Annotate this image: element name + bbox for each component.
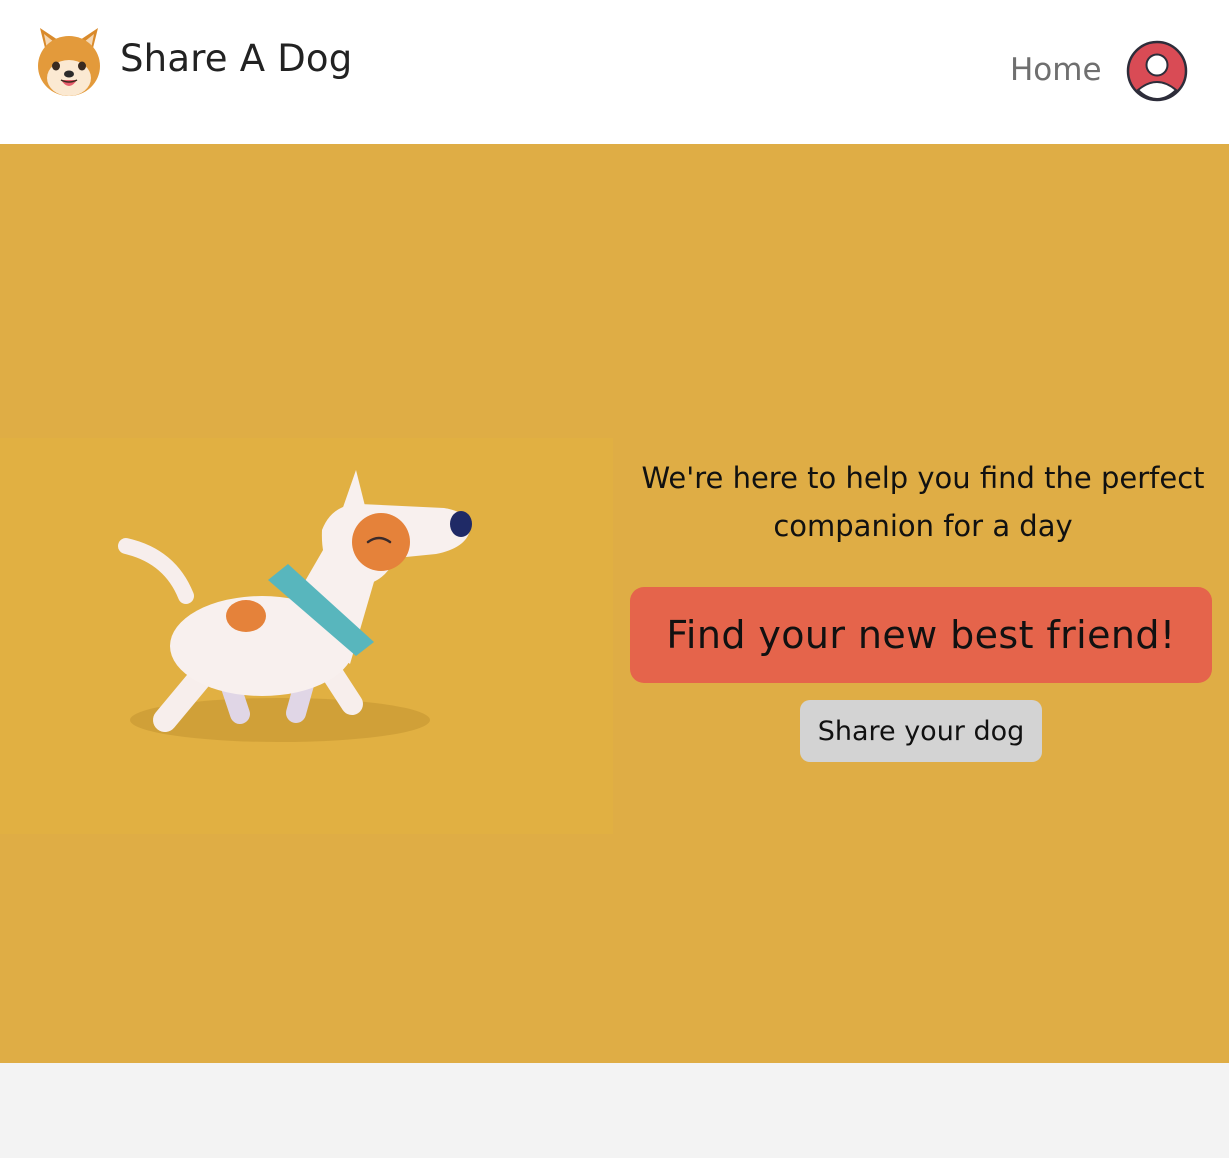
navbar: Share A Dog Home [0, 0, 1229, 144]
user-avatar-icon[interactable] [1126, 40, 1188, 102]
hero-image [0, 438, 613, 834]
hero-content: We're here to help you find the perfect … [613, 454, 1229, 762]
share-your-dog-button[interactable]: Share your dog [800, 700, 1042, 762]
footer [0, 1063, 1229, 1158]
hero-tagline-line1: We're here to help you find the perfect [641, 461, 1205, 495]
hero-section: We're here to help you find the perfect … [0, 144, 1229, 1063]
hero-tagline: We're here to help you find the perfect … [613, 454, 1229, 550]
nav-link-home[interactable]: Home [1010, 52, 1102, 88]
walking-dog-illustration [0, 438, 613, 834]
brand-name: Share A Dog [120, 36, 353, 80]
shiba-inu-face-icon [38, 28, 100, 96]
find-best-friend-button[interactable]: Find your new best friend! [630, 587, 1212, 683]
brand-link[interactable]: Share A Dog [34, 22, 352, 100]
hero-tagline-line2: companion for a day [773, 509, 1073, 543]
